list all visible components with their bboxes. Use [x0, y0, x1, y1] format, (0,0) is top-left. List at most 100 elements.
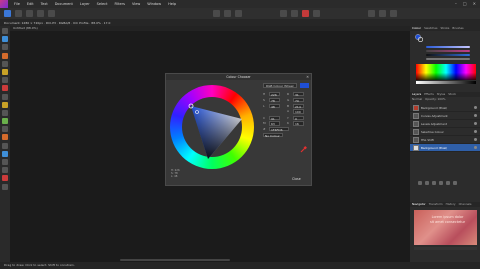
persona-liquify-icon[interactable]: [15, 10, 22, 17]
toolbar-button[interactable]: [224, 10, 231, 17]
menu-view[interactable]: View: [132, 2, 140, 6]
dodge-brush-icon[interactable]: [2, 134, 8, 141]
crop-tool-icon[interactable]: [2, 44, 8, 51]
hex-field[interactable]: 1F4FD6: [269, 127, 289, 132]
navigator-preview[interactable]: Lorem ipsum dolor sit amet consectetur: [414, 210, 477, 245]
toolbar-button[interactable]: [291, 10, 298, 17]
layer-row[interactable]: Levels Adjustment: [410, 120, 480, 128]
menu-window[interactable]: Window: [147, 2, 161, 6]
visibility-icon[interactable]: [474, 122, 477, 125]
yellow-field[interactable]: 0: [293, 115, 304, 121]
colour-picker-icon[interactable]: [300, 145, 308, 153]
red-field[interactable]: 31: [293, 92, 304, 97]
toolbar-button[interactable]: [313, 10, 320, 17]
colour-spectrum[interactable]: [416, 64, 476, 80]
delete-layer-icon[interactable]: [453, 181, 457, 185]
toolbar-button[interactable]: [379, 10, 386, 17]
paint-brush-icon[interactable]: [2, 85, 8, 92]
layer-row[interactable]: Selective Colour: [410, 128, 480, 136]
color-picker-icon[interactable]: [2, 175, 8, 182]
tab-history[interactable]: History: [446, 202, 456, 207]
horizontal-scrollbar[interactable]: [120, 259, 230, 261]
layer-row[interactable]: Background (Pixel): [410, 104, 480, 112]
zoom-tool-icon[interactable]: [2, 183, 8, 190]
move-tool-icon[interactable]: [2, 28, 8, 34]
visibility-icon[interactable]: [474, 114, 477, 117]
tab-transform[interactable]: Transform: [429, 202, 443, 207]
tab-colour[interactable]: Colour: [412, 26, 421, 31]
menu-select[interactable]: Select: [97, 2, 108, 6]
view-tool-icon[interactable]: [2, 36, 8, 43]
opacity-control[interactable]: Opacity: 100%: [425, 97, 445, 102]
greyscale-strip[interactable]: [416, 81, 476, 84]
minimize-icon[interactable]: –: [455, 1, 457, 6]
tab-navigator[interactable]: Navigator: [412, 202, 426, 207]
mask-icon[interactable]: [425, 181, 429, 185]
tab-channels[interactable]: Channels: [459, 202, 472, 207]
text-tool-icon[interactable]: [2, 167, 8, 174]
visibility-icon[interactable]: [474, 106, 477, 109]
toolbar-button[interactable]: [280, 10, 287, 17]
menu-file[interactable]: File: [14, 2, 20, 6]
visibility-icon[interactable]: [474, 130, 477, 133]
persona-develop-icon[interactable]: [26, 10, 33, 17]
menu-document[interactable]: Document: [55, 2, 73, 6]
menu-layer[interactable]: Layer: [80, 2, 90, 6]
lightness-slider[interactable]: [426, 54, 470, 56]
toolbar-button[interactable]: [390, 10, 397, 17]
fx-icon[interactable]: [439, 181, 443, 185]
colour-mode-select[interactable]: RGB Colour Wheel: [263, 83, 297, 88]
saturation-slider[interactable]: [426, 50, 470, 52]
marquee-tool-icon[interactable]: [2, 60, 8, 67]
maximize-icon[interactable]: □: [463, 1, 467, 6]
toolbar-button[interactable]: [368, 10, 375, 17]
fill-tool-icon[interactable]: [2, 101, 8, 108]
shape-tool-icon[interactable]: [2, 159, 8, 165]
magenta-field[interactable]: 63: [269, 121, 280, 126]
persona-photo-icon[interactable]: [4, 10, 11, 17]
opacity-slider[interactable]: [426, 58, 470, 60]
tab-stroke[interactable]: Stroke: [440, 26, 449, 31]
layer-row-selected[interactable]: Background (Pixel): [410, 144, 480, 152]
saturation-triangle[interactable]: [170, 85, 254, 169]
close-button[interactable]: Close: [292, 177, 301, 181]
close-icon[interactable]: ✕: [473, 1, 476, 6]
assistant-icon[interactable]: [302, 10, 309, 17]
tab-swatches[interactable]: Swatches: [424, 26, 437, 31]
blur-brush-icon[interactable]: [2, 142, 8, 149]
visibility-icon[interactable]: [474, 146, 477, 149]
selection-brush-icon[interactable]: [2, 52, 8, 59]
toolbar-button[interactable]: [235, 10, 242, 17]
visibility-icon[interactable]: [474, 138, 477, 141]
dialog-title-bar[interactable]: Colour Chooser ✕: [166, 74, 311, 80]
group-icon[interactable]: [446, 181, 450, 185]
menu-text[interactable]: Text: [41, 2, 48, 6]
black-field[interactable]: 16: [293, 121, 304, 126]
clone-brush-icon[interactable]: [2, 118, 8, 125]
flood-select-icon[interactable]: [2, 77, 8, 84]
alpha-field[interactable]: 100: [293, 109, 304, 114]
adjustment-icon[interactable]: [432, 181, 436, 185]
menu-help[interactable]: Help: [168, 2, 176, 6]
toolbar-button[interactable]: [213, 10, 220, 17]
healing-brush-icon[interactable]: [2, 126, 8, 133]
layer-row[interactable]: HSL Shift: [410, 136, 480, 144]
pen-tool-icon[interactable]: [2, 150, 8, 157]
no-colour-button[interactable]: No Colour: [263, 132, 283, 138]
blend-mode-select[interactable]: Normal: [412, 97, 422, 102]
hue-field[interactable]: 226: [269, 92, 280, 97]
freehand-select-icon[interactable]: [2, 68, 8, 75]
blue-field[interactable]: 214: [293, 103, 304, 109]
lightness-field[interactable]: 48: [269, 103, 280, 109]
green-field[interactable]: 79: [293, 97, 304, 103]
fill-stroke-swatches[interactable]: [415, 34, 423, 42]
erase-brush-icon[interactable]: [2, 93, 8, 100]
add-layer-icon[interactable]: [418, 181, 422, 185]
dialog-close-icon[interactable]: ✕: [306, 74, 309, 80]
hue-slider[interactable]: [426, 46, 470, 48]
menu-filters[interactable]: Filters: [114, 2, 125, 6]
layer-row[interactable]: Curves Adjustment: [410, 112, 480, 120]
navigator-zoom-slider[interactable]: [414, 247, 477, 250]
gradient-tool-icon[interactable]: [2, 109, 8, 116]
menu-edit[interactable]: Edit: [27, 2, 34, 6]
